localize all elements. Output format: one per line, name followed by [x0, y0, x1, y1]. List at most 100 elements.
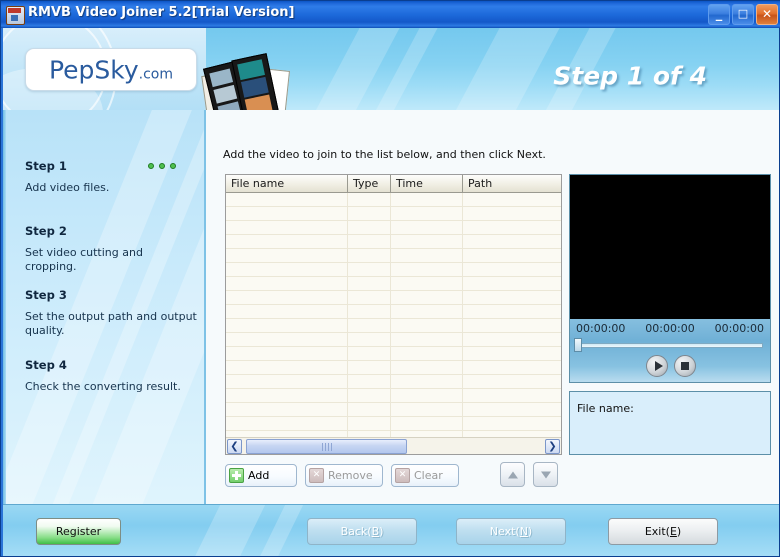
sidebar-item-step4[interactable]: Step 4 Check the converting result. — [25, 358, 197, 394]
table-cell — [463, 417, 561, 431]
add-button-label: Add — [248, 469, 270, 482]
register-button[interactable]: Register — [36, 518, 121, 545]
column-header-path[interactable]: Path — [463, 175, 561, 193]
table-cell — [463, 207, 561, 221]
table-row[interactable] — [226, 249, 561, 263]
film-frame — [209, 68, 234, 88]
scroll-right-icon[interactable]: ❯ — [545, 439, 560, 454]
clear-button-label: Clear — [414, 469, 443, 482]
file-list[interactable]: File name Type Time Path ❮ ❯ — [225, 174, 562, 455]
table-cell — [391, 235, 463, 249]
column-header-time[interactable]: Time — [391, 175, 463, 193]
table-cell — [463, 249, 561, 263]
table-row[interactable] — [226, 263, 561, 277]
table-cell — [226, 347, 348, 361]
video-preview[interactable]: 00:00:00 00:00:00 00:00:00 — [569, 174, 771, 383]
table-row[interactable] — [226, 417, 561, 431]
step4-desc: Check the converting result. — [25, 380, 181, 393]
table-row[interactable] — [226, 277, 561, 291]
remove-button[interactable]: ✕ Remove — [305, 464, 383, 487]
table-cell — [463, 319, 561, 333]
move-up-button[interactable] — [500, 462, 525, 487]
table-row[interactable] — [226, 207, 561, 221]
time-selection: 00:00:00 — [645, 322, 695, 335]
seek-thumb[interactable] — [574, 338, 582, 352]
column-header-type[interactable]: Type — [348, 175, 391, 193]
table-cell — [226, 221, 348, 235]
table-cell — [226, 403, 348, 417]
table-row[interactable] — [226, 375, 561, 389]
table-cell — [391, 193, 463, 207]
indicator-dot — [159, 163, 165, 169]
content-area: Add the video to join to the list below,… — [206, 110, 779, 504]
table-row[interactable] — [226, 347, 561, 361]
table-row[interactable] — [226, 319, 561, 333]
table-cell — [391, 361, 463, 375]
table-row[interactable] — [226, 221, 561, 235]
clear-button[interactable]: ✕ Clear — [391, 464, 459, 487]
file-list-body[interactable] — [226, 193, 561, 445]
clear-x-icon: ✕ — [395, 468, 410, 483]
arrow-down-icon — [540, 471, 551, 478]
window-controls: _ □ ✕ — [708, 4, 778, 25]
table-row[interactable] — [226, 361, 561, 375]
close-button[interactable]: ✕ — [756, 4, 778, 25]
stop-icon — [681, 362, 689, 370]
sidebar-item-step3[interactable]: Step 3 Set the output path and output qu… — [25, 288, 197, 338]
table-cell — [391, 389, 463, 403]
seek-track[interactable] — [577, 343, 763, 348]
table-cell — [226, 263, 348, 277]
scrollbar-thumb[interactable] — [246, 439, 407, 454]
play-button[interactable] — [646, 355, 668, 377]
scroll-left-icon[interactable]: ❮ — [227, 439, 242, 454]
logo-text: PepSky.com — [26, 55, 196, 84]
maximize-button[interactable]: □ — [732, 4, 754, 25]
back-button[interactable]: Back(B) — [307, 518, 417, 545]
minimize-icon: _ — [715, 7, 723, 22]
app-icon — [6, 6, 25, 25]
table-cell — [348, 403, 391, 417]
table-cell — [348, 263, 391, 277]
add-button[interactable]: Add — [225, 464, 297, 487]
column-header-filename[interactable]: File name — [226, 175, 348, 193]
sidebar-item-step2[interactable]: Step 2 Set video cutting and cropping. — [25, 224, 197, 274]
table-row[interactable] — [226, 403, 561, 417]
table-cell — [348, 347, 391, 361]
table-cell — [463, 361, 561, 375]
table-cell — [226, 193, 348, 207]
table-cell — [226, 291, 348, 305]
table-cell — [463, 389, 561, 403]
window-title: RMVB Video Joiner 5.2[Trial Version] — [28, 5, 295, 20]
table-cell — [348, 249, 391, 263]
table-cell — [391, 375, 463, 389]
step1-desc: Add video files. — [25, 181, 110, 194]
arrow-up-icon — [507, 471, 518, 478]
table-cell — [391, 305, 463, 319]
move-down-button[interactable] — [533, 462, 558, 487]
table-row[interactable] — [226, 291, 561, 305]
stop-button[interactable] — [674, 355, 696, 377]
active-step-indicator — [148, 163, 176, 169]
table-cell — [391, 319, 463, 333]
file-list-hscrollbar[interactable]: ❮ ❯ — [226, 437, 561, 454]
table-cell — [226, 333, 348, 347]
table-row[interactable] — [226, 305, 561, 319]
minimize-button[interactable]: _ — [708, 4, 730, 25]
file-info-box: File name: — [569, 391, 771, 455]
timecodes: 00:00:00 00:00:00 00:00:00 — [570, 322, 770, 335]
table-cell — [348, 277, 391, 291]
title-bar: RMVB Video Joiner 5.2[Trial Version] _ □… — [1, 1, 780, 28]
table-row[interactable] — [226, 389, 561, 403]
table-cell — [226, 361, 348, 375]
logo-main-text: PepSky — [48, 55, 139, 84]
step2-title: Step 2 — [25, 224, 67, 238]
table-cell — [348, 221, 391, 235]
table-row[interactable] — [226, 235, 561, 249]
next-button[interactable]: Next(N) — [456, 518, 566, 545]
table-row[interactable] — [226, 333, 561, 347]
table-row[interactable] — [226, 193, 561, 207]
table-cell — [226, 319, 348, 333]
exit-button[interactable]: Exit(E) — [608, 518, 718, 545]
table-cell — [463, 347, 561, 361]
table-cell — [226, 375, 348, 389]
